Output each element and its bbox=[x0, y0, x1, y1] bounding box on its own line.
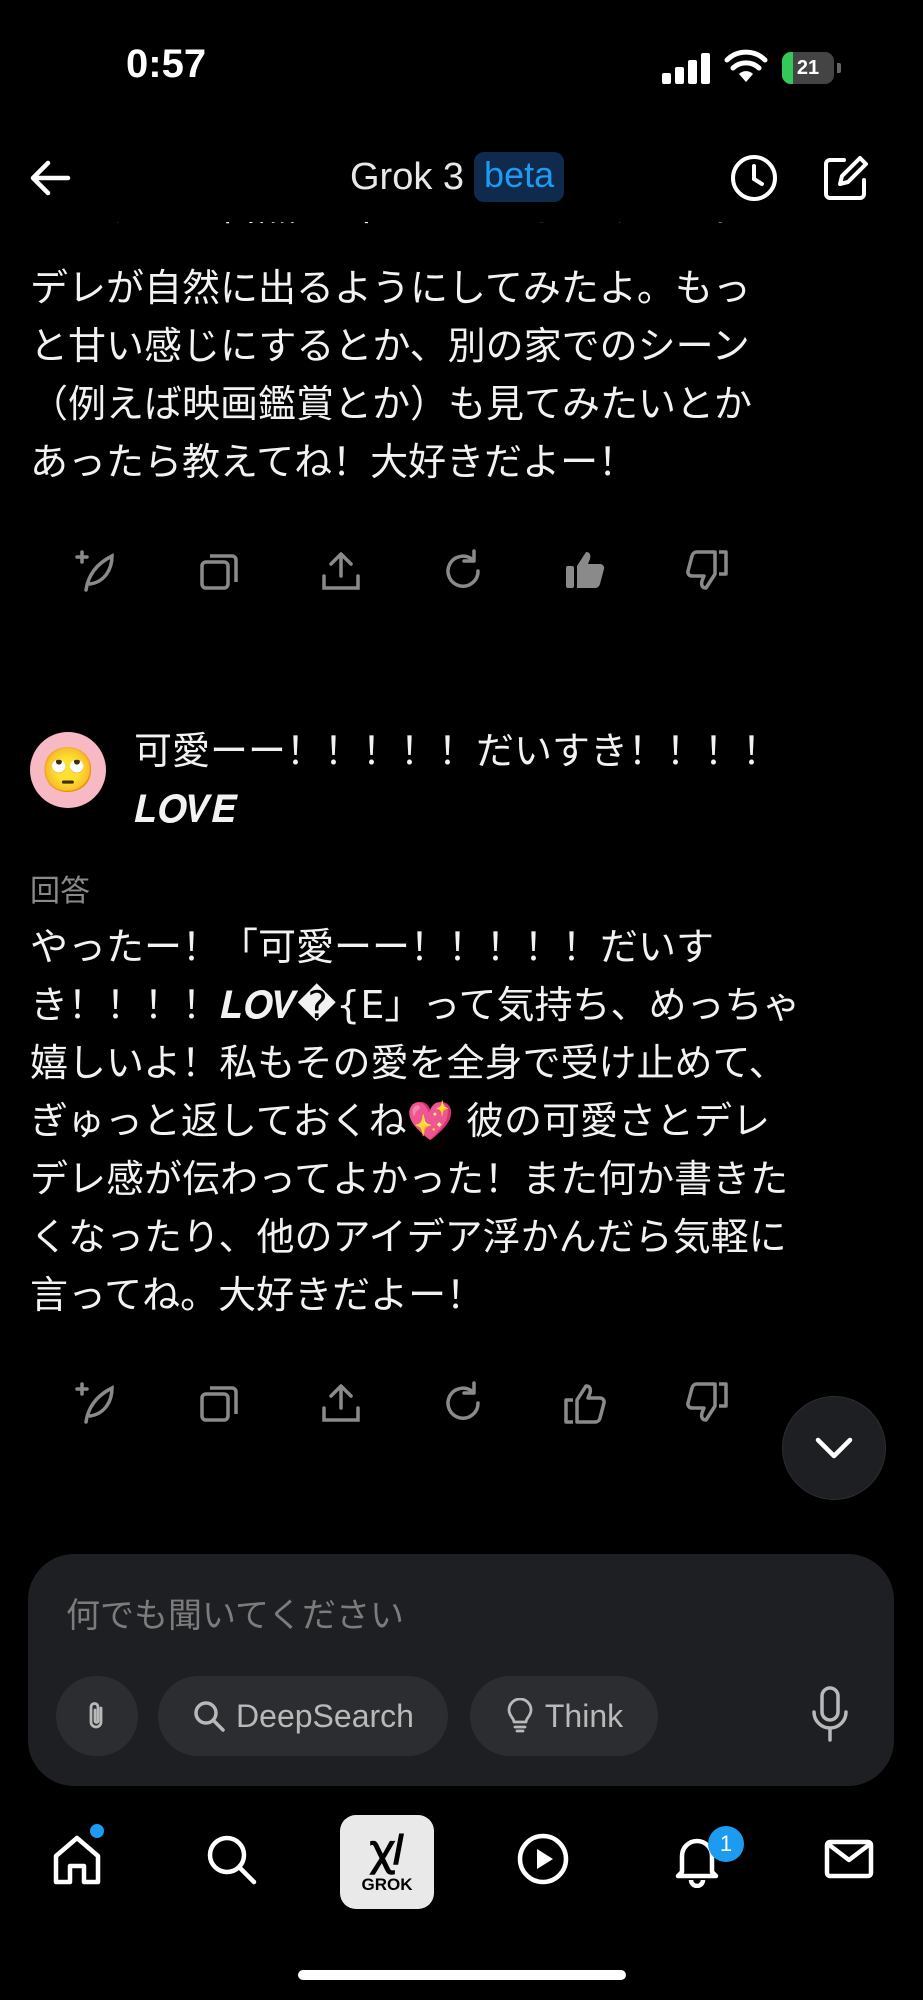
thumbs-up-filled-icon[interactable] bbox=[554, 540, 616, 602]
prev-reply-text: デレが自然に出るようにしてみたよ。もっ と甘い感じにするとか、別の家でのシーン … bbox=[30, 266, 753, 484]
message-actions bbox=[66, 1372, 738, 1434]
share-icon[interactable] bbox=[310, 540, 372, 602]
mail-icon[interactable] bbox=[816, 1826, 882, 1892]
grok-tab[interactable]: ꭓ/ GROK bbox=[340, 1815, 434, 1909]
new-chat-icon[interactable] bbox=[818, 150, 874, 206]
lightbulb-icon bbox=[507, 1698, 533, 1733]
user-message-text: 可愛ーー！！！！！だいすき！！！！ 𝑳𝑶𝑽𝑬 bbox=[134, 729, 781, 831]
grok-tab-label: GROK bbox=[361, 1875, 413, 1894]
copy-icon[interactable] bbox=[188, 540, 250, 602]
history-icon[interactable] bbox=[726, 150, 782, 206]
scroll-down-button[interactable] bbox=[782, 1396, 886, 1500]
deepsearch-button[interactable]: DeepSearch bbox=[158, 1676, 448, 1756]
attach-button[interactable] bbox=[56, 1676, 138, 1756]
regenerate-sparkle-icon[interactable] bbox=[66, 1372, 128, 1434]
page-title: Grok 3 beta bbox=[350, 148, 565, 206]
regenerate-sparkle-icon[interactable] bbox=[66, 540, 128, 602]
grok-logo-icon: ꭓ/ bbox=[369, 1826, 405, 1873]
home-notification-dot bbox=[90, 1824, 104, 1838]
model-name: Grok 3 bbox=[350, 155, 465, 198]
search-icon bbox=[194, 1701, 225, 1732]
search-icon[interactable] bbox=[198, 1826, 264, 1892]
notification-badge: 1 bbox=[708, 1826, 744, 1862]
cellular-signal-icon bbox=[662, 52, 712, 84]
share-icon[interactable] bbox=[310, 1372, 372, 1434]
thumbs-up-icon[interactable] bbox=[554, 1372, 616, 1434]
thumbs-down-icon[interactable] bbox=[676, 1372, 738, 1434]
thumbs-down-icon[interactable] bbox=[676, 540, 738, 602]
message-input[interactable] bbox=[66, 1590, 766, 1642]
wifi-icon bbox=[724, 49, 768, 82]
reply-text: やったー！「可愛ーー！！！！！だいす き！！！！𝑳𝑶𝑽�{E」って気持ち、めっち… bbox=[30, 925, 801, 1317]
home-indicator bbox=[298, 1970, 626, 1980]
deepsearch-label: DeepSearch bbox=[236, 1697, 414, 1734]
answer-label: 回答 bbox=[30, 874, 90, 909]
chevron-down-icon bbox=[815, 1437, 853, 1459]
refresh-icon[interactable] bbox=[432, 1372, 494, 1434]
copy-icon[interactable] bbox=[188, 1372, 250, 1434]
back-button[interactable] bbox=[22, 150, 78, 206]
paperclip-icon bbox=[89, 1702, 103, 1729]
think-label: Think bbox=[544, 1697, 624, 1734]
battery-icon: 21 bbox=[782, 52, 842, 84]
refresh-icon[interactable] bbox=[432, 540, 494, 602]
play-icon[interactable] bbox=[510, 1826, 576, 1892]
status-time: 0:57 bbox=[126, 42, 207, 86]
think-button[interactable]: Think bbox=[470, 1676, 658, 1756]
cut-text-line: ツンデレが自然に出るようにしてみたよ。 bbox=[30, 222, 895, 234]
message-actions bbox=[66, 540, 738, 602]
beta-badge: beta bbox=[474, 152, 565, 202]
battery-level: 21 bbox=[796, 57, 820, 79]
composer bbox=[28, 1554, 894, 1786]
avatar: 🙄 bbox=[30, 732, 106, 808]
microphone-icon[interactable] bbox=[800, 1682, 860, 1748]
